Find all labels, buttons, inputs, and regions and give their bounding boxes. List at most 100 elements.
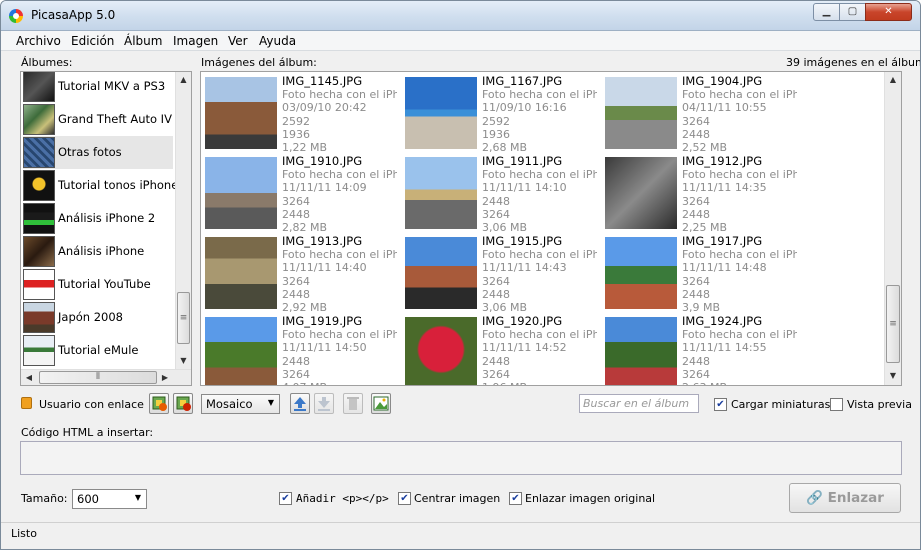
image-thumbnail[interactable]: [205, 237, 277, 309]
upload-button[interactable]: [290, 393, 310, 414]
scroll-thumb[interactable]: ≡: [886, 285, 900, 363]
album-item[interactable]: Tutorial YouTube: [23, 268, 173, 301]
scroll-left-arrow-icon[interactable]: ◀: [21, 370, 37, 385]
image-date: 11/11/11 14:10: [482, 181, 567, 195]
album-item[interactable]: Tutorial MKV a PS3: [23, 72, 173, 103]
image-filename: IMG_1167.JPG: [482, 74, 563, 88]
menu-edicion[interactable]: Edición: [71, 34, 114, 48]
image-thumbnail[interactable]: [405, 317, 477, 385]
image-tile[interactable]: IMG_1912.JPGFoto hecha con el iPhone11/1…: [601, 152, 797, 234]
image-thumbnail[interactable]: [605, 157, 677, 229]
image-tile[interactable]: IMG_1145.JPGFoto hecha con el iPhone03/0…: [201, 72, 397, 154]
album-item[interactable]: Análisis iPhone: [23, 235, 173, 268]
image-tile[interactable]: IMG_1924.JPGFoto hecha con el iPhone11/1…: [601, 312, 797, 385]
image-description: Foto hecha con el iPhone: [482, 248, 597, 262]
search-input[interactable]: Buscar en el álbum: [579, 394, 699, 413]
image-tile[interactable]: IMG_1910.JPGFoto hecha con el iPhone11/1…: [201, 152, 397, 234]
view-mode-select[interactable]: Mosaico ▼: [201, 394, 280, 414]
album-thumbnail: [23, 302, 55, 333]
add-album-button[interactable]: [149, 393, 169, 414]
download-button[interactable]: [314, 393, 334, 414]
image-thumbnail[interactable]: [605, 317, 677, 385]
delete-button[interactable]: [343, 393, 363, 414]
upload-icon: [294, 397, 306, 411]
scroll-right-arrow-icon[interactable]: ▶: [157, 370, 173, 385]
albums-label: Álbumes:: [21, 56, 73, 69]
image-thumbnail[interactable]: [405, 77, 477, 149]
scroll-thumb[interactable]: ≡: [177, 292, 190, 344]
image-thumbnail[interactable]: [405, 157, 477, 229]
delete-album-button[interactable]: [173, 393, 193, 414]
image-tile[interactable]: IMG_1919.JPGFoto hecha con el iPhone11/1…: [201, 312, 397, 385]
image-width: 2448: [482, 354, 510, 368]
image-height: 2448: [482, 287, 510, 301]
add-paragraph-checkbox[interactable]: [279, 492, 292, 505]
image-tile[interactable]: IMG_1917.JPGFoto hecha con el iPhone11/1…: [601, 232, 797, 314]
album-list-horizontal-scrollbar[interactable]: ◀ ⦀ ▶: [21, 369, 191, 385]
image-grid-scrollbar[interactable]: ▲ ≡ ▼: [884, 72, 901, 385]
image-width: 3264: [682, 274, 710, 288]
image-width: 3264: [682, 114, 710, 128]
image-height: 3264: [282, 367, 310, 381]
image-height: 3264: [482, 367, 510, 381]
image-tile[interactable]: IMG_1911.JPGFoto hecha con el iPhone11/1…: [401, 152, 597, 234]
link-original-checkbox[interactable]: [509, 492, 522, 505]
view-image-button[interactable]: [371, 393, 391, 414]
image-width: 2448: [682, 354, 710, 368]
scroll-thumb[interactable]: ⦀: [39, 371, 157, 384]
minimize-button[interactable]: ▁: [813, 3, 840, 21]
link-button[interactable]: 🔗 Enlazar: [789, 483, 901, 513]
image-grid[interactable]: IMG_1145.JPGFoto hecha con el iPhone03/0…: [200, 71, 902, 386]
scroll-down-arrow-icon[interactable]: ▼: [176, 353, 191, 369]
window-title: PicasaApp 5.0: [31, 8, 116, 22]
image-height: 2448: [682, 287, 710, 301]
html-code-field[interactable]: [20, 441, 902, 475]
image-thumbnail[interactable]: [605, 77, 677, 149]
image-tile[interactable]: IMG_1904.JPGFoto hecha con el iPhone04/1…: [601, 72, 797, 154]
image-width: 2448: [282, 354, 310, 368]
album-thumbnail: [23, 170, 55, 201]
menu-album[interactable]: Álbum: [124, 34, 162, 48]
album-item[interactable]: Tutorial tonos iPhone: [23, 169, 178, 202]
scroll-up-arrow-icon[interactable]: ▲: [176, 72, 191, 88]
status-text: Listo: [11, 527, 37, 540]
image-size: 1,96 MB: [482, 381, 597, 385]
menu-ver[interactable]: Ver: [228, 34, 248, 48]
album-list-vertical-scrollbar[interactable]: ▲ ≡ ▼: [175, 72, 191, 369]
image-thumbnail[interactable]: [205, 77, 277, 149]
close-button[interactable]: ✕: [865, 3, 912, 21]
album-item[interactable]: Grand Theft Auto IV: [23, 103, 173, 136]
album-item[interactable]: Análisis iPhone 2: [23, 202, 173, 235]
image-info: IMG_1917.JPGFoto hecha con el iPhone11/1…: [682, 234, 797, 314]
album-label: Análisis iPhone 2: [58, 211, 156, 225]
image-tile[interactable]: IMG_1167.JPGFoto hecha con el iPhone11/0…: [401, 72, 597, 154]
album-label: Tutorial YouTube: [58, 277, 151, 291]
scroll-down-arrow-icon[interactable]: ▼: [885, 368, 901, 384]
image-description: Foto hecha con el iPhone: [282, 328, 397, 342]
image-tile[interactable]: IMG_1920.JPGFoto hecha con el iPhone11/1…: [401, 312, 597, 385]
image-thumbnail[interactable]: [605, 237, 677, 309]
album-item[interactable]: Japón 2008: [23, 301, 173, 334]
center-image-checkbox[interactable]: [398, 492, 411, 505]
menu-imagen[interactable]: Imagen: [173, 34, 218, 48]
image-width: 3264: [682, 194, 710, 208]
album-item-selected[interactable]: Otras fotos: [23, 136, 173, 169]
album-list[interactable]: Tutorial MKV a PS3 Grand Theft Auto IV O…: [20, 71, 192, 386]
image-filename: IMG_1920.JPG: [482, 314, 563, 328]
image-info: IMG_1912.JPGFoto hecha con el iPhone11/1…: [682, 154, 797, 234]
maximize-button[interactable]: ▢: [839, 3, 866, 21]
album-item[interactable]: Tutorial eMule: [23, 334, 173, 367]
image-tile[interactable]: IMG_1915.JPGFoto hecha con el iPhone11/1…: [401, 232, 597, 314]
menu-bar: Archivo Edición Álbum Imagen Ver Ayuda: [1, 31, 920, 51]
image-thumbnail[interactable]: [205, 157, 277, 229]
image-tile[interactable]: IMG_1913.JPGFoto hecha con el iPhone11/1…: [201, 232, 397, 314]
size-select[interactable]: 600 ▼: [72, 489, 147, 509]
preview-checkbox[interactable]: [830, 398, 843, 411]
size-label: Tamaño:: [21, 492, 68, 505]
menu-ayuda[interactable]: Ayuda: [259, 34, 296, 48]
image-thumbnail[interactable]: [205, 317, 277, 385]
scroll-up-arrow-icon[interactable]: ▲: [885, 72, 901, 88]
image-thumbnail[interactable]: [405, 237, 477, 309]
menu-archivo[interactable]: Archivo: [16, 34, 61, 48]
load-thumbnails-checkbox[interactable]: [714, 398, 727, 411]
